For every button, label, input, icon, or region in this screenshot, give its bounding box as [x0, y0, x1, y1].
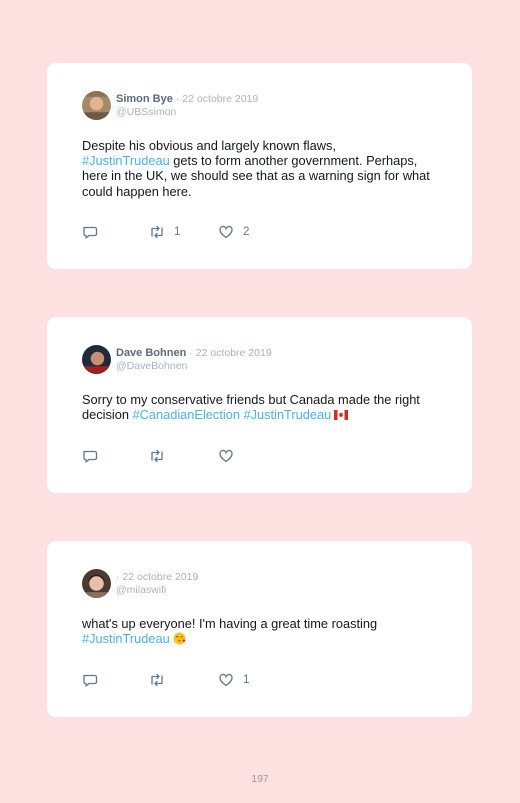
tweet-date[interactable]: · 22 octobre 2019 [116, 571, 198, 583]
kiss-face-icon [173, 632, 186, 648]
heart-icon [219, 673, 233, 687]
retweet-count: 1 [174, 226, 181, 238]
retweet-icon [151, 449, 163, 463]
author-handle[interactable]: @DaveBohnen [116, 360, 272, 373]
tweet-text: Despite his obvious and largely known fl… [82, 138, 442, 199]
hashtag-link[interactable]: #CanadianElection [133, 407, 240, 422]
author-name[interactable]: Dave Bohnen [116, 347, 186, 359]
heart-icon [219, 449, 233, 463]
retweet-button[interactable]: 1 [149, 224, 180, 240]
tweet-text-part: Despite his obvious and largely known fl… [82, 138, 336, 153]
tweet-header: Simon Bye · 22 octobre 2019 @UBSsimon [116, 93, 258, 119]
reply-icon [83, 226, 98, 239]
reply-button[interactable] [82, 224, 98, 240]
like-button[interactable]: 1 [218, 672, 249, 688]
tweet-header: Dave Bohnen · 22 octobre 2019 @DaveBohne… [116, 347, 272, 373]
like-button[interactable] [218, 448, 243, 464]
reply-button[interactable] [82, 448, 98, 464]
avatar[interactable] [82, 569, 111, 598]
avatar[interactable] [82, 345, 111, 374]
tweet-text: what's up everyone! I'm having a great t… [82, 616, 442, 648]
retweet-icon [151, 673, 163, 687]
canada-flag-icon [334, 408, 349, 423]
tweet-text-part: what's up everyone! I'm having a great t… [82, 616, 378, 631]
hashtag-link[interactable]: #JustinTrudeau [244, 407, 332, 422]
author-handle[interactable]: @UBSsimon [116, 106, 258, 119]
tweet-text: Sorry to my conservative friends but Can… [82, 392, 442, 423]
tweet-card: Simon Bye · 22 octobre 2019 @UBSsimon De… [47, 63, 472, 269]
avatar[interactable] [82, 91, 111, 120]
reply-icon [83, 674, 98, 687]
like-count: 2 [243, 226, 250, 238]
page-number: 197 [251, 773, 269, 785]
tweet-date[interactable]: · 22 octobre 2019 [189, 347, 271, 359]
tweet-card: · 22 octobre 2019 @milaswifi what's up e… [47, 541, 472, 717]
hashtag-link[interactable]: #JustinTrudeau [82, 631, 170, 646]
retweet-button[interactable] [149, 448, 174, 464]
like-button[interactable]: 2 [218, 224, 249, 240]
tweet-header: · 22 octobre 2019 @milaswifi [116, 571, 198, 597]
retweet-button[interactable] [149, 672, 174, 688]
tweet-card: Dave Bohnen · 22 octobre 2019 @DaveBohne… [47, 317, 472, 493]
hashtag-link[interactable]: #JustinTrudeau [82, 153, 170, 168]
like-count: 1 [243, 674, 250, 686]
retweet-icon [151, 225, 163, 239]
reply-icon [83, 450, 98, 463]
heart-icon [219, 225, 233, 239]
author-handle[interactable]: @milaswifi [116, 584, 198, 597]
author-name[interactable]: Simon Bye [116, 93, 173, 105]
tweet-date[interactable]: · 22 octobre 2019 [176, 93, 258, 105]
reply-button[interactable] [82, 672, 98, 688]
